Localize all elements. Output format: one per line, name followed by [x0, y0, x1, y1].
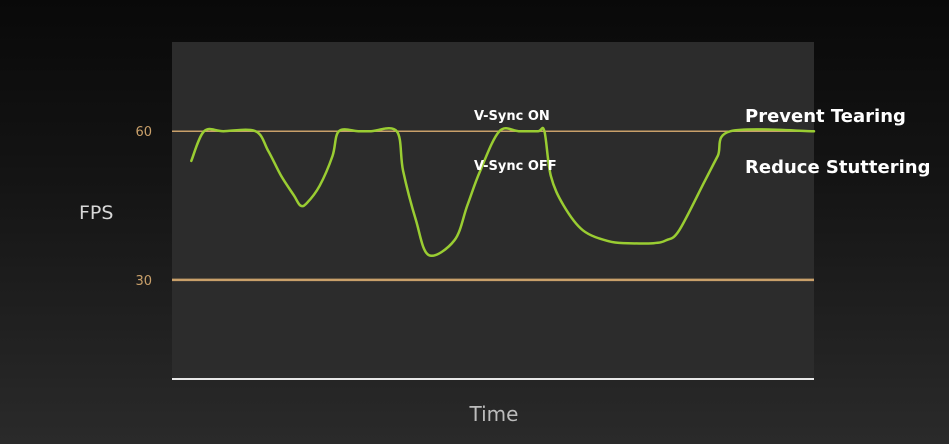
plot-area [172, 42, 814, 379]
y-tick-label-30: 30 [135, 274, 152, 289]
side-label-prevent-tearing: Prevent Tearing [745, 106, 906, 127]
annotation-vsync-off: V-Sync OFF [474, 159, 557, 174]
side-label-reduce-stuttering: Reduce Stuttering [745, 157, 930, 178]
x-axis-label: Time [469, 402, 519, 426]
y-axis-label: FPS [79, 202, 113, 224]
fps-chart: 60 30 V-Sync ON V-Sync OFF Prevent Tearin… [79, 42, 930, 426]
annotation-vsync-on: V-Sync ON [474, 109, 550, 124]
y-tick-label-60: 60 [135, 125, 152, 140]
chart-stage: 60 30 V-Sync ON V-Sync OFF Prevent Tearin… [0, 0, 949, 444]
